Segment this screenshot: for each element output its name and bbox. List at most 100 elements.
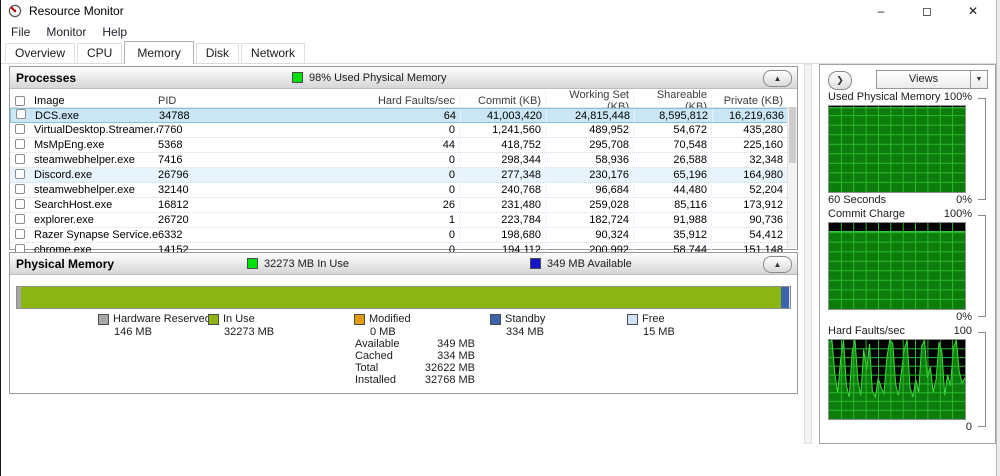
menu-help[interactable]: Help bbox=[94, 24, 135, 40]
graphs-panel: ❯ Views ▼ Used Physical Memory 100% 60 S… bbox=[819, 64, 996, 444]
table-cell: 173,912 bbox=[711, 199, 797, 211]
memory-detail-row: Available 349 MB bbox=[355, 339, 475, 350]
table-cell bbox=[10, 228, 30, 242]
detail-value: 334 MB bbox=[437, 350, 475, 362]
column-private[interactable]: Private (KB) bbox=[711, 95, 797, 107]
panel-splitter[interactable] bbox=[804, 64, 812, 444]
legend-name: Free bbox=[642, 313, 665, 325]
commit-charge-graph bbox=[828, 222, 966, 310]
column-image[interactable]: Image bbox=[30, 95, 158, 107]
tab-network[interactable]: Network bbox=[241, 43, 306, 63]
legend-chip-icon bbox=[208, 313, 219, 325]
row-checkbox[interactable] bbox=[15, 138, 25, 149]
table-row[interactable]: VirtualDesktop.Streamer.exe7760 0 1,241,56… bbox=[10, 123, 797, 138]
processes-collapse-button[interactable]: ▲ bbox=[763, 70, 792, 87]
collapse-graphs-button[interactable]: ❯ bbox=[828, 71, 852, 90]
table-cell: 295,708 bbox=[545, 139, 633, 151]
table-cell: 58,744 bbox=[633, 244, 711, 252]
physical-memory-collapse-button[interactable]: ▲ bbox=[763, 256, 792, 273]
table-cell: 0 bbox=[448, 124, 455, 136]
row-checkbox[interactable] bbox=[15, 168, 25, 179]
in-use-status: 32273 MB In Use bbox=[247, 258, 349, 270]
graph1-max-label: 100% bbox=[943, 91, 972, 103]
graph1-time-label: 60 Seconds bbox=[828, 194, 887, 206]
table-cell: 14152 bbox=[158, 244, 189, 252]
menu-file[interactable]: File bbox=[3, 24, 38, 40]
table-row[interactable]: steamwebhelper.exe 32140 0 240,768 96,684 44,… bbox=[10, 183, 797, 198]
table-cell: chrome.exe bbox=[34, 244, 92, 252]
views-button[interactable]: Views ▼ bbox=[876, 70, 988, 89]
table-row[interactable]: DCS.exe 34788 64 41,003,420 24,815,448 8,595,… bbox=[10, 108, 797, 123]
views-dropdown-icon[interactable]: ▼ bbox=[970, 71, 987, 88]
table-cell: 1,241,560 bbox=[459, 124, 545, 136]
table-cell bbox=[10, 243, 30, 252]
row-checkbox[interactable] bbox=[16, 109, 26, 119]
table-cell: 418,752 bbox=[459, 139, 545, 151]
table-cell: 240,768 bbox=[459, 184, 545, 196]
processes-scrollbar[interactable] bbox=[787, 107, 797, 248]
table-cell: 298,344 bbox=[459, 154, 545, 166]
tab-disk[interactable]: Disk bbox=[195, 43, 240, 63]
row-checkbox[interactable] bbox=[15, 198, 25, 209]
legend-name: In Use bbox=[223, 313, 255, 325]
processes-header: Processes 98% Used Physical Memory ▲ bbox=[10, 67, 797, 89]
table-row[interactable]: explorer.exe 26720 1 223,784 182,724 91,988 90… bbox=[10, 213, 797, 228]
views-label: Views bbox=[908, 73, 939, 85]
table-row[interactable]: Razer Synapse Service.exe 6332 0 198,680 90,… bbox=[10, 228, 797, 243]
table-cell: 65,196 bbox=[633, 169, 711, 181]
table-cell: 90,324 bbox=[545, 229, 633, 241]
scrollbar-thumb[interactable] bbox=[789, 107, 796, 163]
legend-item: Standby 334 MB bbox=[490, 313, 545, 338]
table-row[interactable]: MsMpEng.exe 5368 44 418,752 295,708 70,548 225… bbox=[10, 138, 797, 153]
physical-memory-header: Physical Memory 32273 MB In Use 349 MB A… bbox=[10, 253, 797, 275]
table-row[interactable]: Discord.exe 26796 0 277,348 230,176 65,196 164… bbox=[10, 168, 797, 183]
graph-commit-charge: Commit Charge 100% 0% bbox=[828, 208, 988, 324]
processes-title: Processes bbox=[16, 70, 77, 85]
column-pid[interactable]: PID bbox=[158, 95, 206, 107]
available-status: 349 MB Available bbox=[530, 258, 632, 270]
maximize-button[interactable]: ◻ bbox=[904, 0, 950, 22]
table-row[interactable]: chrome.exe 14152 0 194,112 200,992 58,744 151,… bbox=[10, 243, 797, 252]
legend-chip-icon bbox=[490, 313, 501, 325]
tabstrip: Overview CPU Memory Disk Network bbox=[1, 41, 996, 64]
available-label: 349 MB Available bbox=[547, 257, 632, 270]
close-button[interactable]: ✕ bbox=[950, 0, 996, 22]
table-cell: 231,480 bbox=[459, 199, 545, 211]
column-commit[interactable]: ⌄ Commit (KB) bbox=[459, 92, 545, 107]
titlebar: Resource Monitor – ◻ ✕ bbox=[1, 0, 996, 22]
table-cell bbox=[10, 153, 30, 167]
table-cell: 277,348 bbox=[459, 169, 545, 181]
table-row[interactable]: steamwebhelper.exe 7416 0 298,344 58,936 26,5… bbox=[10, 153, 797, 168]
row-checkbox[interactable] bbox=[15, 183, 25, 194]
table-cell bbox=[10, 168, 30, 182]
minimize-button[interactable]: – bbox=[858, 0, 904, 22]
menubar: File Monitor Help bbox=[1, 22, 996, 41]
table-cell: 435,280 bbox=[711, 124, 797, 136]
select-all-checkbox[interactable] bbox=[15, 96, 25, 106]
memory-detail-row: Installed 32768 MB bbox=[355, 375, 475, 386]
tab-cpu[interactable]: CPU bbox=[77, 43, 123, 63]
row-checkbox[interactable] bbox=[15, 123, 25, 134]
table-cell bbox=[10, 213, 30, 227]
graph1-scale-bracket bbox=[978, 98, 986, 200]
legend-value: 0 MB bbox=[370, 326, 396, 338]
row-checkbox[interactable] bbox=[15, 228, 25, 239]
row-checkbox[interactable] bbox=[15, 243, 25, 252]
table-cell: 26796 bbox=[158, 169, 189, 181]
detail-value: 349 MB bbox=[437, 338, 475, 350]
table-cell: 0 bbox=[448, 169, 455, 181]
used-physical-memory-graph bbox=[828, 105, 966, 193]
table-cell: 35,912 bbox=[633, 229, 711, 241]
legend-name: Hardware Reserved bbox=[113, 313, 211, 325]
hard-faults-graph bbox=[828, 338, 966, 420]
table-cell: 52,204 bbox=[711, 184, 797, 196]
row-checkbox[interactable] bbox=[15, 153, 25, 164]
table-row[interactable]: SearchHost.exe 16812 26 231,480 259,028 85,11… bbox=[10, 198, 797, 213]
menu-monitor[interactable]: Monitor bbox=[38, 24, 94, 40]
column-hard-faults[interactable]: Hard Faults/sec bbox=[206, 95, 459, 107]
legend-item: In Use 32273 MB bbox=[208, 313, 274, 338]
tab-memory[interactable]: Memory bbox=[124, 41, 194, 64]
table-cell: 6332 bbox=[158, 229, 183, 241]
tab-overview[interactable]: Overview bbox=[5, 43, 76, 63]
row-checkbox[interactable] bbox=[15, 213, 25, 224]
